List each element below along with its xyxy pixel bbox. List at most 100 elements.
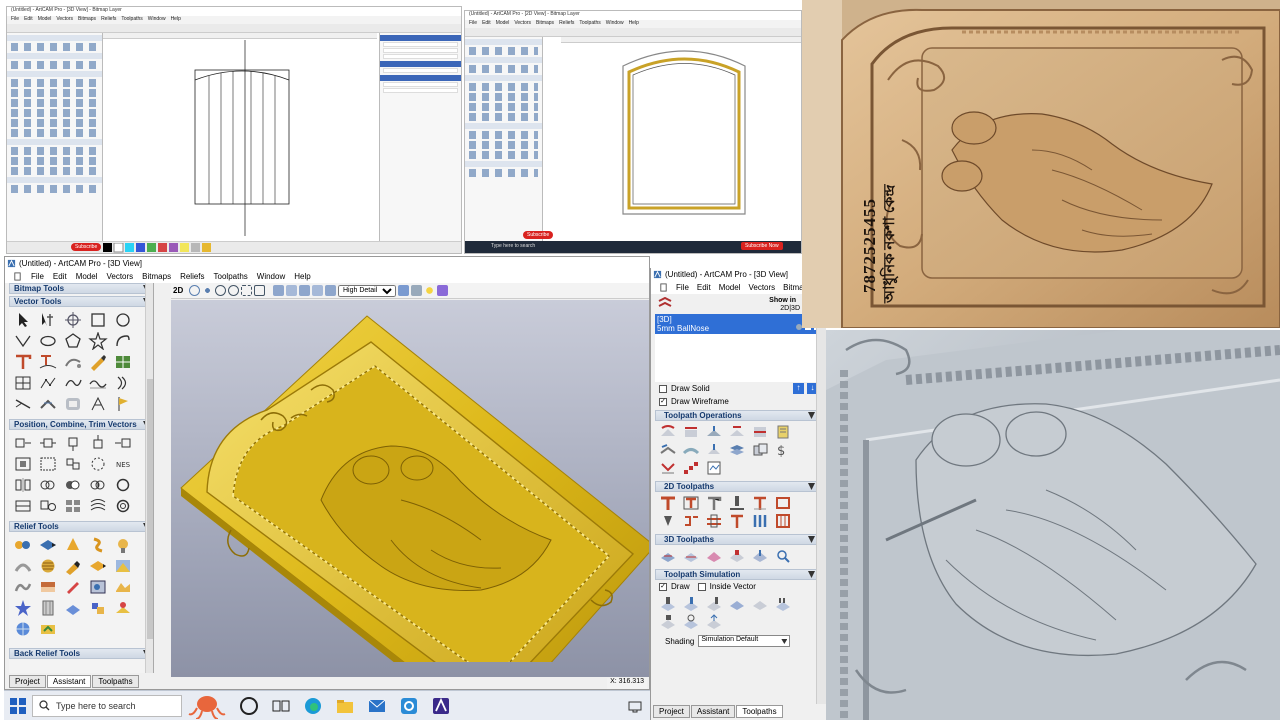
paint-relief-icon[interactable] [38,620,58,638]
calculate-toolpath-icon[interactable] [659,424,677,440]
nodes-icon[interactable] [38,374,58,392]
simulation-flat-icon[interactable] [751,596,769,612]
save-toolpath-icon[interactable] [774,424,792,440]
tab-assistant[interactable]: Assistant [46,675,92,688]
detail-level-select[interactable]: High Detail [338,284,396,297]
text-on-curve-icon[interactable] [38,353,58,371]
light-bulb-icon[interactable] [424,285,435,296]
join-icon[interactable] [38,455,58,473]
zero-relief-icon[interactable] [63,599,83,617]
view3d-canvas[interactable]: . [171,300,649,677]
section-position-combine-trim[interactable]: Position, Combine, Trim Vectors [9,419,153,430]
globe-relief-icon[interactable] [13,620,33,638]
intersect-icon[interactable] [88,476,108,494]
subtract-icon[interactable] [63,476,83,494]
simulation-relief-icon[interactable] [728,596,746,612]
zoom-fit-icon[interactable] [254,285,265,296]
mirror-icon[interactable] [13,476,33,494]
section-vector-tools[interactable]: Vector Tools [9,296,153,307]
wrap-icon[interactable] [88,497,108,515]
bottom-view-icon[interactable] [325,285,336,296]
smart-engrave-icon[interactable] [659,513,677,529]
dollar-cost-icon[interactable]: $ [774,442,792,458]
merge-relief-icon[interactable] [88,599,108,617]
draw-relief-icon[interactable] [398,285,409,296]
align-left-icon[interactable] [13,434,33,452]
profile-text-icon[interactable] [659,495,677,511]
right-tab-assistant[interactable]: Assistant [690,705,736,718]
texture-toolpath-icon[interactable] [774,513,792,529]
bake-relief-icon[interactable] [113,599,133,617]
vector-grid-icon[interactable] [113,353,133,371]
draw-solid-checkbox[interactable] [659,384,667,393]
simulation-reset-icon[interactable] [682,614,700,630]
3d-rest-icon[interactable] [728,548,746,564]
merge-toolpaths-icon[interactable] [728,424,746,440]
front-view-icon[interactable] [299,285,310,296]
relief-clipart-icon[interactable] [113,578,133,596]
simulation-export-icon[interactable] [705,614,723,630]
simulate-block-icon[interactable] [705,596,723,612]
stack-toolpath-icon[interactable] [728,442,746,458]
decorative-frame-icon[interactable] [63,395,83,413]
move-up-icon[interactable]: ↑ [793,383,804,394]
mini-left-subscribe-button[interactable]: Subscribe [71,243,102,251]
menu-window[interactable]: Window [257,272,285,281]
menu-bitmaps[interactable]: Bitmaps [142,272,171,281]
simulate-icon[interactable] [705,424,723,440]
bitmap-to-vector-icon[interactable] [63,353,83,371]
right-menu-file[interactable]: File [676,283,689,292]
engraving-icon[interactable] [728,513,746,529]
top-view-icon[interactable] [286,285,297,296]
view-2d-button[interactable]: 2D [173,286,187,295]
simulation-pause-icon[interactable] [774,596,792,612]
nesting-icon[interactable]: NES [113,455,133,473]
transform-toolpath-icon[interactable] [751,424,769,440]
pillar-relief-icon[interactable] [38,599,58,617]
relief-pen-icon[interactable] [63,578,83,596]
machine-relief-icon[interactable] [659,548,677,564]
fade-relief-icon[interactable] [88,578,108,596]
task-view-icon[interactable] [272,698,290,714]
section-toolpath-simulation[interactable]: Toolpath Simulation [655,569,818,580]
two-rail-sweep-icon[interactable] [13,557,33,575]
section-toolpath-operations[interactable]: Toolpath Operations [655,410,818,421]
add-relief-icon[interactable] [88,557,108,575]
extrude-icon[interactable] [63,536,83,554]
menu-file[interactable]: File [31,272,44,281]
menu-reliefs[interactable]: Reliefs [180,272,204,281]
circle-icon[interactable] [113,311,133,329]
transform-icon[interactable] [63,311,83,329]
menu-edit[interactable]: Edit [53,272,67,281]
draw-checkbox[interactable]: ✓ [659,582,667,591]
simulation-stop-icon[interactable] [659,614,677,630]
area-clearance-icon[interactable] [682,495,700,511]
erase-relief-icon[interactable] [38,578,58,596]
rectangle-icon[interactable] [88,311,108,329]
mini-right-subscribe-button[interactable]: Subscribe [523,231,554,239]
material-icon[interactable] [437,285,448,296]
texture-icon[interactable] [38,557,58,575]
relief-diamond-icon[interactable] [38,536,58,554]
zoom-in-icon[interactable] [215,285,226,296]
recorder-app-icon[interactable] [400,697,418,715]
edit-toolpath-icon[interactable] [659,442,677,458]
inside-vector-checkbox[interactable] [697,582,706,591]
mail-icon[interactable] [368,698,386,714]
spin-icon[interactable] [88,536,108,554]
menu-model[interactable]: Model [76,272,98,281]
align-top-icon[interactable] [63,434,83,452]
line-icon[interactable] [13,395,33,413]
section-bitmap-tools[interactable]: Bitmap Tools [9,283,153,294]
file-explorer-icon[interactable] [336,698,354,714]
windows-start-icon[interactable] [10,698,26,714]
taskbar-search-box[interactable]: Type here to search [32,694,182,717]
text-tool-icon[interactable] [13,353,33,371]
shape-editor-icon[interactable] [13,536,33,554]
draw-wireframe-row[interactable]: ✓ Draw Wireframe [651,395,826,408]
flag-icon[interactable] [113,395,133,413]
star-relief-icon[interactable] [13,599,33,617]
star-icon[interactable] [88,332,108,350]
inspect-toolpath-icon[interactable] [774,548,792,564]
select-arrow-icon[interactable] [13,311,33,329]
